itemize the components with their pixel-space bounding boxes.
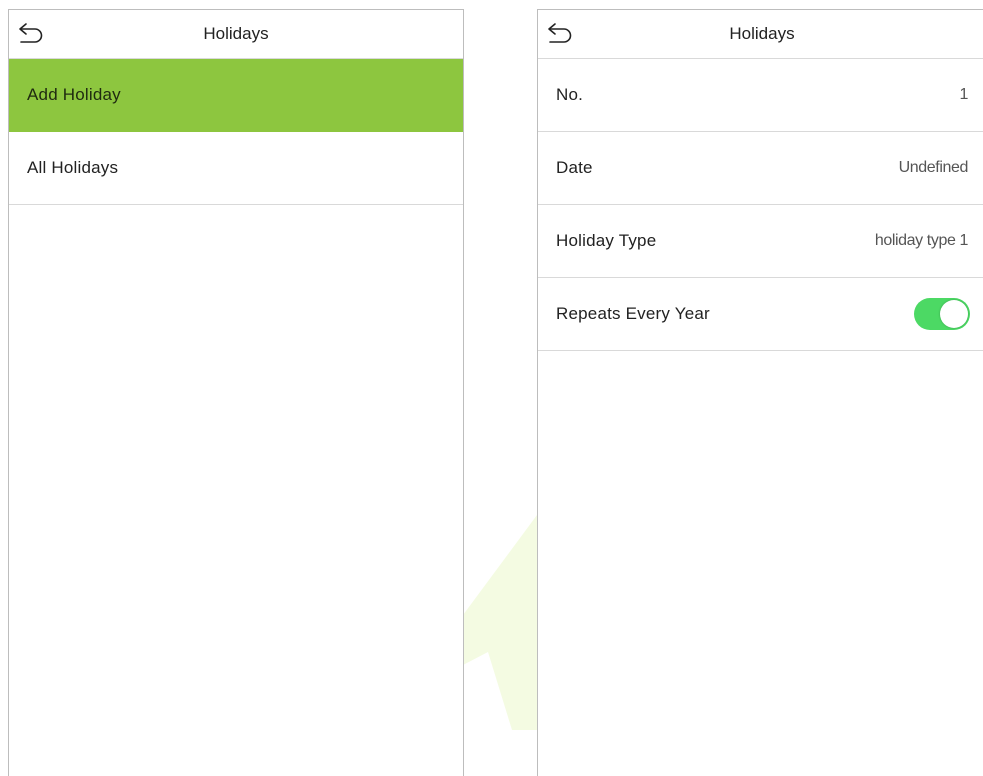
back-button[interactable]: [546, 21, 574, 47]
field-row-repeats-every-year: Repeats Every Year: [538, 278, 983, 351]
field-value: holiday type 1: [874, 232, 969, 249]
add-holiday-screen: Holidays No. 1 Date Undefined Holiday Ty…: [537, 9, 983, 776]
screen-header: Holidays: [538, 10, 983, 59]
back-arrow-icon: [548, 23, 572, 43]
page-title: Holidays: [729, 24, 795, 43]
menu-item-label: Add Holiday: [27, 85, 121, 104]
field-label: No.: [556, 85, 584, 104]
field-label: Holiday Type: [556, 231, 657, 250]
field-label: Date: [556, 158, 593, 177]
menu-item-add-holiday[interactable]: Add Holiday: [9, 59, 463, 132]
field-row-date[interactable]: Date Undefined: [538, 132, 983, 205]
back-button[interactable]: [17, 21, 45, 47]
menu-item-label: All Holidays: [27, 158, 119, 177]
screen-header: Holidays: [9, 10, 463, 59]
back-arrow-icon: [19, 23, 43, 43]
canvas: Holidays Add Holiday All Holidays Holida…: [0, 0, 983, 776]
menu-item-all-holidays[interactable]: All Holidays: [9, 132, 463, 205]
field-value: 1: [959, 86, 969, 103]
field-row-holiday-type[interactable]: Holiday Type holiday type 1: [538, 205, 983, 278]
field-row-number[interactable]: No. 1: [538, 59, 983, 132]
field-value: Undefined: [898, 159, 969, 176]
repeats-every-year-toggle[interactable]: [914, 298, 970, 330]
holidays-menu-screen: Holidays Add Holiday All Holidays: [8, 9, 464, 776]
field-label: Repeats Every Year: [556, 304, 710, 323]
toggle-knob: [940, 300, 968, 328]
page-title: Holidays: [203, 24, 269, 43]
